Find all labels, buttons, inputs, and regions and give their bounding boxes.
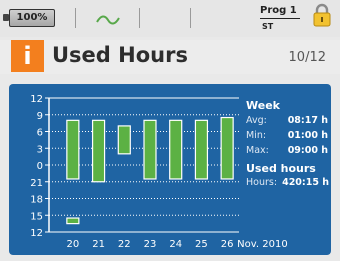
wave-icon [96, 15, 120, 25]
lock-icon [313, 3, 331, 27]
y-tick-label: 15 [30, 211, 43, 222]
status-separator [190, 8, 191, 28]
hours-bar [143, 119, 157, 180]
hours-bar [66, 119, 80, 180]
hours-row: Hours: 420:15 h [246, 177, 329, 188]
min-row: Min: 01:00 h [246, 130, 328, 141]
hours-bar [117, 125, 131, 155]
page-indicator: 10/12 [288, 50, 326, 65]
status-bar: 100% Prog 1 ST [0, 0, 340, 37]
program-divider [260, 18, 300, 19]
y-tick-label: 18 [30, 195, 43, 206]
hours-bar [194, 119, 209, 180]
status-separator [75, 8, 76, 28]
battery-icon: 100% [9, 9, 55, 27]
battery-label: 100% [16, 12, 48, 23]
y-tick-label: 0 [37, 161, 43, 172]
x-tick-label: 23 [144, 239, 157, 250]
avg-value: 08:17 h [287, 115, 328, 126]
y-tick-label: 9 [37, 111, 43, 122]
y-tick-label: 12 [30, 94, 43, 105]
x-axis-month-label: Nov. 2010 [237, 239, 288, 250]
y-tick-label: 6 [37, 128, 43, 139]
x-tick-label: 21 [92, 239, 105, 250]
hours-bar [91, 119, 106, 183]
x-tick-label: 25 [195, 239, 208, 250]
program-state: ST [262, 22, 274, 31]
x-tick-label: 20 [66, 239, 79, 250]
y-tick-label: 3 [37, 144, 43, 155]
min-value: 01:00 h [287, 130, 328, 141]
x-tick-label: 22 [118, 239, 131, 250]
hours-label: Hours: [246, 177, 278, 188]
max-value: 09:00 h [287, 145, 328, 156]
status-separator [139, 8, 140, 28]
y-tick-label: 21 [30, 178, 43, 189]
avg-label: Avg: [246, 115, 267, 126]
y-tick-label: 12 [30, 228, 43, 239]
info-icon: i [11, 40, 44, 72]
device-screen: 100% Prog 1 ST i Used Hours 10/12 12 9 6 3 0… [0, 0, 340, 261]
x-tick-label: 26 [221, 239, 234, 250]
hours-bar-extra [66, 217, 80, 225]
week-title: Week [246, 99, 280, 112]
program-name: Prog 1 [260, 5, 297, 16]
avg-row: Avg: 08:17 h [246, 115, 328, 126]
hours-bar [169, 119, 183, 180]
x-tick-label: 24 [169, 239, 182, 250]
hours-bar [220, 116, 234, 180]
max-row: Max: 09:00 h [246, 145, 328, 156]
min-label: Min: [246, 130, 267, 141]
hours-value: 420:15 h [282, 177, 329, 188]
page-title: Used Hours [52, 43, 188, 67]
used-hours-title: Used hours [246, 162, 316, 175]
max-label: Max: [246, 145, 269, 156]
